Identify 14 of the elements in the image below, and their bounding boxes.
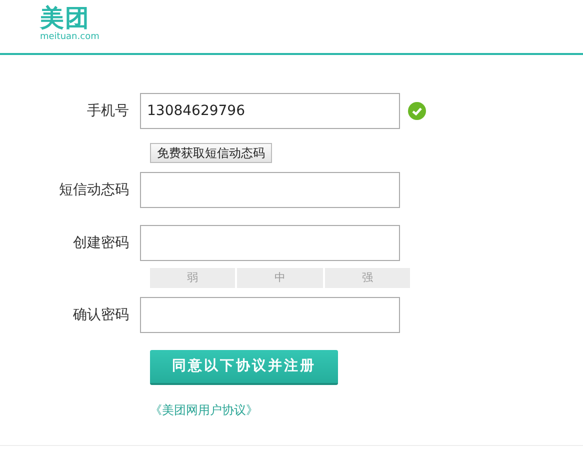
strength-segment: 中 — [237, 268, 323, 288]
field-label: 手机号 — [86, 102, 130, 120]
logo-domain: meituan.com — [40, 32, 100, 43]
input-field[interactable] — [140, 225, 400, 261]
logo-text: 美团 — [40, 4, 91, 32]
strength-segment: 强 — [324, 268, 410, 288]
input-field[interactable] — [140, 297, 400, 333]
sms-code-button[interactable]: 免费获取短信动态码 — [150, 143, 272, 163]
field-label: 确认密码 — [72, 306, 130, 324]
input-field[interactable] — [140, 172, 400, 208]
strength-segment: 弱 — [150, 268, 236, 288]
field-label: 创建密码 — [72, 234, 130, 252]
field-label: 短信动态码 — [58, 180, 130, 200]
input-field[interactable]: 13084629796 — [140, 93, 400, 129]
